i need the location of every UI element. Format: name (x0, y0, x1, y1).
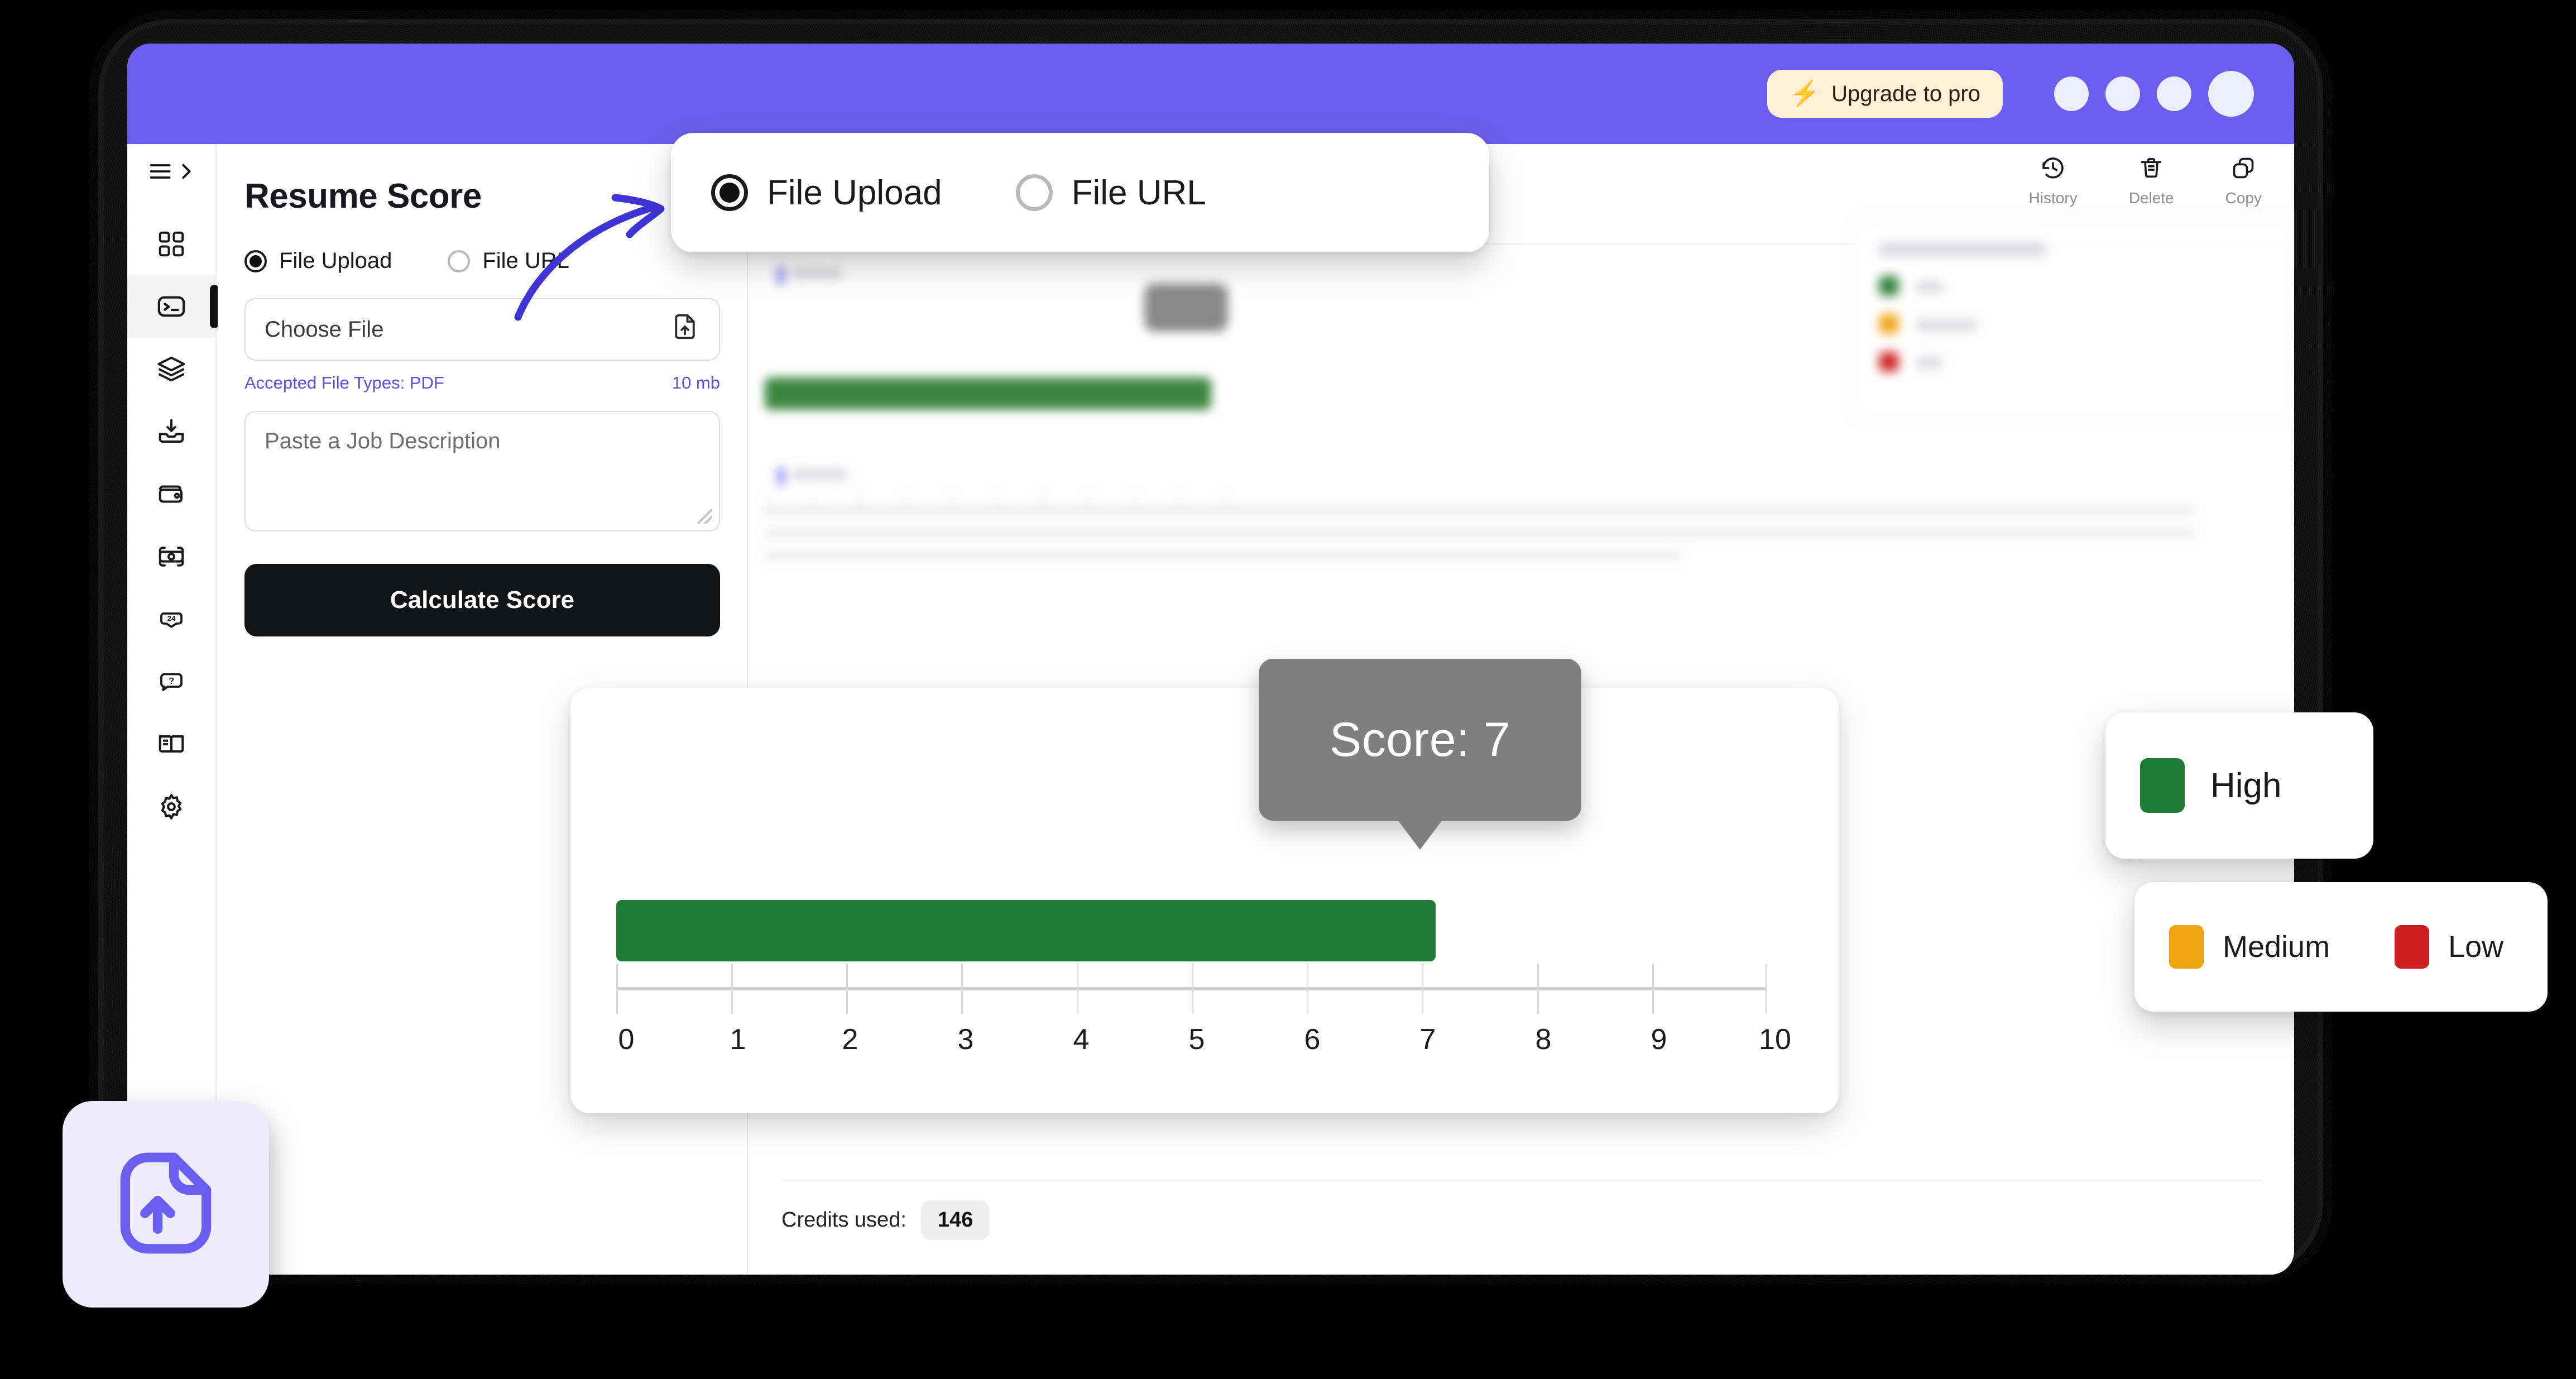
credits-used: Credits used: 146 (781, 1200, 990, 1240)
terminal-icon (156, 291, 187, 322)
choose-file-label: Choose File (265, 317, 384, 342)
sidebar-toggle[interactable] (149, 162, 194, 184)
upgrade-label: Upgrade to pro (1831, 81, 1980, 106)
radio-unselected-icon (1015, 174, 1053, 211)
hamburger-menu-icon[interactable] (149, 162, 174, 184)
popup-radio-file-url-label: File URL (1071, 173, 1206, 212)
axis-tick-label: 9 (1651, 1023, 1667, 1056)
sidebar-item-dashboard[interactable] (127, 213, 216, 275)
legend-swatch-high (2140, 758, 2185, 813)
radio-selected-icon (711, 174, 748, 211)
calculate-score-button[interactable]: Calculate Score (244, 564, 720, 636)
legend-card-medium-low: Medium Low (2134, 882, 2548, 1012)
grid-dashboard-icon (156, 229, 186, 259)
score-tooltip: Score: 7 (1259, 659, 1581, 850)
app-header: ⚡ Upgrade to pro (127, 44, 2294, 144)
file-source-popup: File Upload File URL (671, 133, 1489, 252)
popup-radio-file-upload[interactable]: File Upload (711, 173, 942, 213)
legend-swatch-medium (2169, 925, 2204, 969)
gear-icon (156, 792, 186, 822)
support-24-icon: 24 (156, 604, 186, 634)
layers-icon (156, 354, 186, 384)
svg-text:24: 24 (167, 615, 176, 623)
sidebar-item-wallet[interactable] (127, 463, 216, 525)
radio-file-upload[interactable]: File Upload (244, 248, 392, 274)
inbox-download-icon (156, 416, 186, 447)
axis-tick-label: 5 (1188, 1023, 1205, 1056)
file-upload-icon (105, 1142, 227, 1267)
legend-label-medium: Medium (2223, 930, 2330, 964)
file-hints: Accepted File Types: PDF 10 mb (244, 373, 720, 393)
axis-tick-label: 10 (1759, 1023, 1791, 1056)
legend-swatch-low (2395, 925, 2430, 969)
axis-tick-label: 4 (1073, 1023, 1090, 1056)
score-tooltip-label: Score: 7 (1329, 712, 1511, 767)
axis-tick-label: 6 (1304, 1023, 1321, 1056)
credits-used-value: 146 (920, 1200, 990, 1240)
sidebar-item-scan[interactable] (127, 525, 216, 588)
sidebar-item-settings[interactable] (127, 775, 216, 838)
job-description-placeholder: Paste a Job Description (265, 429, 501, 453)
legend-label-low: Low (2448, 930, 2504, 964)
lightning-bolt-icon: ⚡ (1790, 80, 1821, 107)
file-upload-badge (63, 1101, 269, 1308)
chevron-right-icon[interactable] (179, 162, 194, 184)
axis-tick-label: 8 (1535, 1023, 1552, 1056)
score-bar (616, 900, 1436, 961)
score-axis-line (616, 964, 1767, 1014)
header-avatars (2054, 71, 2254, 117)
legend-label-high: High (2210, 766, 2282, 805)
screenshot-stage: ⚡ Upgrade to pro 24 ? Resume Score File … (0, 0, 2576, 1379)
sidebar-item-help[interactable]: ? (127, 650, 216, 713)
wallet-icon (156, 479, 186, 509)
footer-divider (781, 1180, 2262, 1181)
sidebar-item-docs[interactable] (127, 713, 216, 775)
axis-tick-label: 3 (957, 1023, 974, 1056)
sidebar-item-layers[interactable] (127, 338, 216, 400)
avatar[interactable] (2157, 76, 2191, 111)
upgrade-to-pro-button[interactable]: ⚡ Upgrade to pro (1767, 70, 2003, 118)
popup-radio-file-url[interactable]: File URL (1015, 173, 1206, 213)
axis-tick-label: 2 (842, 1023, 858, 1056)
job-description-input[interactable]: Paste a Job Description (244, 411, 720, 532)
svg-text:?: ? (169, 676, 174, 686)
axis-tick-label: 0 (618, 1023, 635, 1056)
radio-file-upload-label: File Upload (279, 248, 392, 273)
camera-scan-icon (156, 542, 186, 572)
help-bubble-icon: ? (156, 667, 186, 697)
axis-tick-label: 7 (1419, 1023, 1436, 1056)
tooltip-tail (1397, 818, 1443, 850)
accepted-types-label: Accepted File Types: PDF (244, 373, 444, 392)
sidebar-item-support[interactable]: 24 (127, 588, 216, 650)
credits-used-label: Credits used: (781, 1208, 906, 1232)
sidebar-item-tools[interactable] (127, 275, 219, 338)
max-size-label: 10 mb (671, 373, 720, 392)
avatar[interactable] (2054, 76, 2089, 111)
radio-unselected-icon (448, 250, 471, 272)
avatar[interactable] (2105, 76, 2140, 111)
radio-selected-icon (244, 250, 267, 272)
axis-tick-label: 1 (730, 1023, 746, 1056)
book-icon (156, 729, 186, 759)
popup-radio-file-upload-label: File Upload (767, 173, 942, 212)
avatar-profile[interactable] (2208, 71, 2254, 117)
legend-card-high: High (2105, 712, 2373, 859)
sidebar-item-inbox[interactable] (127, 400, 216, 463)
